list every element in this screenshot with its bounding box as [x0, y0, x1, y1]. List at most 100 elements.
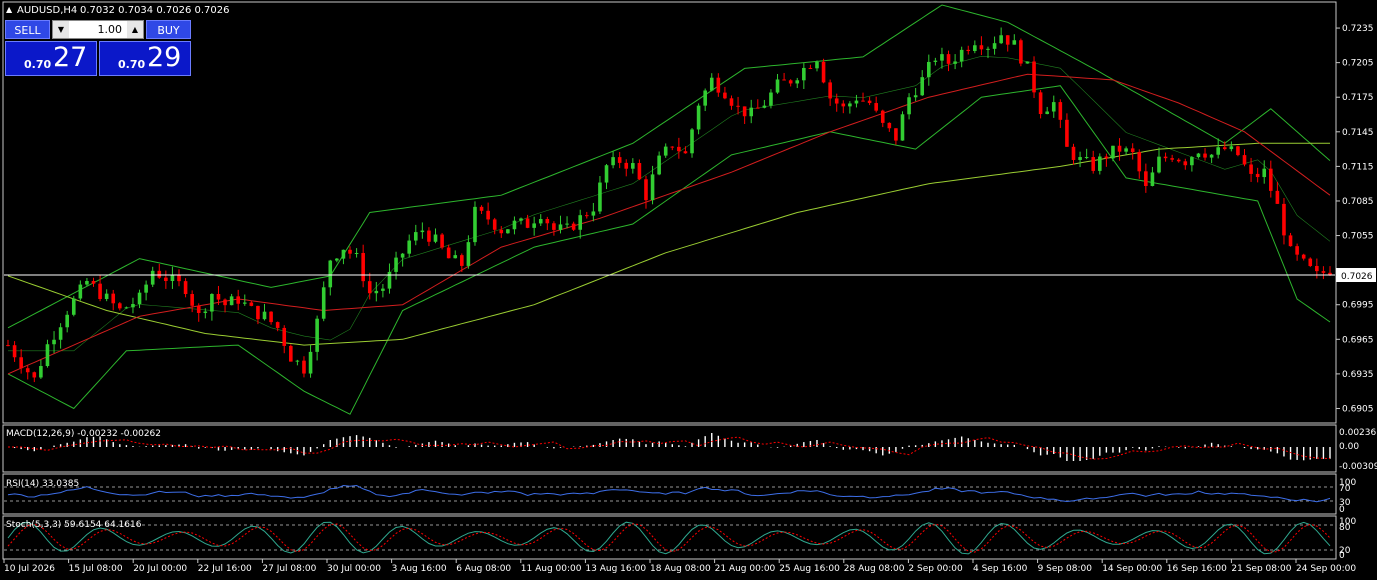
candle-body: [1111, 145, 1115, 159]
candle-body: [979, 45, 984, 50]
candle-body: [1203, 153, 1207, 158]
candle-body: [190, 294, 194, 306]
candle-body: [39, 366, 43, 378]
candle-body: [624, 162, 629, 169]
candle-body: [1308, 258, 1313, 266]
candle-body: [538, 219, 543, 224]
buy-button[interactable]: BUY: [146, 20, 191, 39]
rsi-label: RSI(14) 33.0385: [6, 479, 79, 489]
candle-body: [413, 232, 418, 241]
candle-body: [242, 302, 247, 304]
time-label: 30 Jul 00:00: [327, 564, 381, 574]
candle-body: [216, 294, 221, 300]
chart-area[interactable]: ▲ AUDUSD,H4 0.7032 0.7034 0.7026 0.7026 …: [0, 0, 1377, 580]
price-label: 0.7235: [1342, 24, 1374, 34]
candle-body: [1321, 271, 1326, 273]
candle-body: [1315, 265, 1319, 272]
candle-body: [821, 61, 826, 83]
candle-body: [473, 206, 477, 243]
candle-body: [420, 230, 425, 233]
candle-body: [525, 218, 530, 228]
candle-body: [1262, 168, 1267, 178]
time-label: 21 Sep 08:00: [1231, 564, 1291, 574]
sell-quote-big: 27: [53, 42, 88, 73]
sell-quote-small: 0.70: [24, 58, 52, 71]
candle-body: [249, 302, 254, 306]
stoch-axis-0: 0: [1339, 551, 1345, 561]
lot-increase-icon[interactable]: ▲: [127, 21, 143, 38]
candle-body: [302, 360, 306, 374]
candle-body: [1190, 157, 1194, 166]
price-label: 0.6965: [1342, 335, 1374, 345]
candle-body: [762, 105, 767, 108]
time-axis: 10 Jul 2026 15 Jul 08:00 20 Jul 00:00 22 Ju…: [3, 559, 1356, 574]
candle-body: [749, 107, 754, 117]
candle-body: [617, 157, 622, 163]
sell-quote-button[interactable]: 0.70 27: [5, 41, 97, 76]
price-label: 0.7175: [1342, 93, 1374, 103]
stoch-signal-line: [7, 523, 1331, 553]
price-label: 0.7055: [1342, 232, 1374, 242]
candlesticks: [6, 27, 1332, 383]
triangle-up-icon: ▲: [6, 5, 13, 14]
candle-body: [532, 223, 536, 228]
candle-body: [723, 92, 727, 99]
candle-body: [387, 271, 392, 289]
candle-body: [841, 103, 846, 107]
candle-body: [374, 290, 379, 294]
time-label: 16 Sep 16:00: [1167, 564, 1227, 574]
lot-size-field[interactable]: ▼ 1.00 ▲: [52, 20, 144, 39]
stoch-label: Stoch(5,3,3) 59.6154 64.1616: [6, 520, 142, 530]
price-label: 0.6995: [1342, 301, 1374, 311]
candle-body: [657, 155, 661, 175]
sell-button[interactable]: SELL: [5, 20, 50, 39]
candle-body: [157, 270, 162, 278]
candle-body: [1078, 157, 1082, 160]
time-label: 21 Aug 00:00: [715, 564, 776, 574]
candle-body: [177, 275, 181, 282]
buy-quote-button[interactable]: 0.70 29: [99, 41, 191, 76]
lot-decrease-icon[interactable]: ▼: [53, 21, 69, 38]
candle-body: [631, 163, 635, 169]
candle-body: [571, 223, 576, 230]
candle-body: [400, 253, 405, 258]
bollinger-middle-line: [8, 55, 1331, 352]
bollinger-lower-line: [7, 85, 1331, 415]
candle-body: [58, 327, 63, 340]
stoch-axis-80: 80: [1339, 523, 1351, 533]
candle-body: [223, 299, 227, 306]
time-label: 18 Aug 08:00: [650, 564, 711, 574]
candle-body: [887, 122, 892, 129]
candle-body: [236, 296, 240, 304]
candle-body: [1301, 254, 1306, 259]
candle-body: [986, 48, 990, 50]
candle-body: [210, 294, 214, 312]
candle-body: [1255, 173, 1260, 178]
stoch-main-line: [7, 521, 1331, 555]
candle-body: [848, 103, 852, 107]
candle-body: [32, 372, 37, 378]
candle-body: [716, 77, 721, 93]
candle-body: [170, 275, 175, 282]
candle-body: [183, 281, 188, 295]
lot-size-value[interactable]: 1.00: [71, 21, 125, 38]
candle-body: [407, 240, 412, 254]
candle-body: [591, 211, 596, 216]
candle-body: [394, 257, 398, 272]
candle-body: [815, 61, 819, 69]
candle-body: [506, 229, 510, 234]
candle-body: [111, 293, 116, 304]
candle-body: [1183, 161, 1188, 166]
candle-body: [519, 218, 523, 221]
candle-body: [65, 314, 69, 328]
candle-body: [742, 106, 747, 117]
candle-body: [289, 345, 293, 362]
macd-pane-frame: [2, 424, 1337, 473]
candle-body: [1282, 203, 1286, 236]
candle-body: [565, 223, 569, 225]
candle-body: [709, 77, 714, 91]
candle-body: [1058, 102, 1063, 120]
time-label: 4 Sep 16:00: [973, 564, 1028, 574]
candle-body: [203, 311, 208, 313]
candle-body: [775, 79, 780, 93]
